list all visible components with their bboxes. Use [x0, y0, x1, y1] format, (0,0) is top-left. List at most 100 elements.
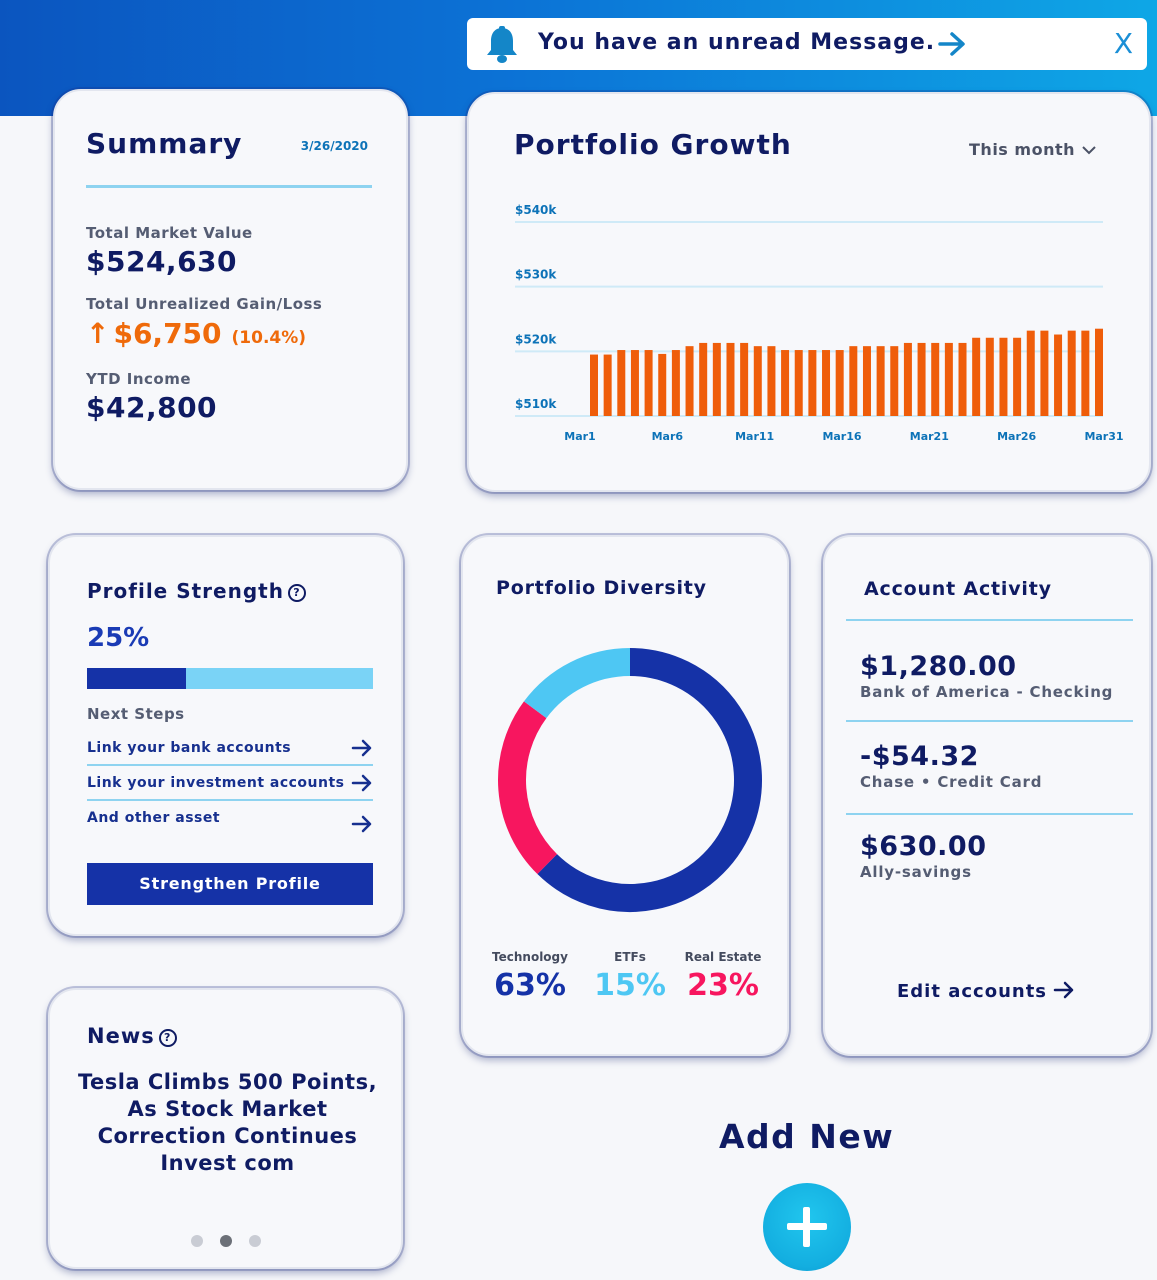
chart-bar[interactable] [617, 350, 626, 416]
gain-percent: (10.4%) [231, 328, 307, 348]
divider [87, 799, 373, 801]
divider [846, 720, 1133, 722]
chart-bar[interactable] [685, 346, 694, 416]
account-name: Chase • Credit Card [860, 773, 1043, 791]
arrow-right-icon [351, 774, 372, 792]
notification-message[interactable]: You have an unread Message. [538, 30, 935, 55]
step-label: Link your investment accounts [87, 775, 345, 791]
edit-accounts-link[interactable]: Edit accounts [897, 981, 1075, 1002]
question-circle-icon[interactable]: ? [287, 584, 306, 602]
chart-bar[interactable] [1095, 328, 1103, 416]
chart-bar[interactable] [712, 342, 721, 416]
chart-bar[interactable] [944, 342, 953, 416]
x-tick-label: Mar1 [564, 430, 595, 443]
profile-strength-label: Profile Strength [87, 579, 284, 603]
divider [86, 185, 372, 188]
chart-bar[interactable] [781, 350, 790, 416]
chart-bar[interactable] [903, 342, 912, 416]
chart-bar[interactable] [917, 342, 926, 416]
step-link-bank-accounts[interactable]: Link your bank accounts [87, 736, 373, 766]
account-activity-card: Account Activity $1,280.00 Bank of Ameri… [823, 535, 1151, 1056]
market-value: $524,630 [86, 245, 238, 278]
account-name: Ally-savings [860, 863, 972, 881]
profile-strength-bar [87, 668, 373, 689]
technology-label: Technology [492, 950, 568, 964]
arrow-right-icon[interactable] [937, 31, 967, 57]
chart-bar[interactable] [753, 346, 762, 416]
x-tick-label: Mar11 [735, 430, 774, 443]
chart-bar[interactable] [876, 346, 885, 416]
notification-banner[interactable]: You have an unread Message. X [467, 18, 1147, 70]
account-amount: $630.00 [860, 831, 987, 862]
chart-bar[interactable] [767, 346, 776, 416]
carousel-dots [191, 1235, 261, 1247]
account-amount: -$54.32 [860, 741, 979, 772]
chart-bar[interactable] [699, 342, 708, 416]
chart-bar[interactable] [822, 350, 831, 416]
carousel-dot[interactable] [249, 1235, 261, 1247]
chart-bar[interactable] [1013, 337, 1022, 416]
chart-bar[interactable] [1026, 330, 1035, 416]
chart-bar[interactable] [1081, 330, 1090, 416]
ytd-income-label: YTD Income [86, 370, 192, 388]
x-tick-label: Mar31 [1084, 430, 1123, 443]
arrow-right-icon [351, 739, 372, 757]
question-circle-icon[interactable]: ? [158, 1029, 177, 1047]
chart-bar[interactable] [726, 342, 735, 416]
add-new-button[interactable] [763, 1183, 851, 1271]
real-estate-label: Real Estate [684, 950, 762, 964]
chart-bar[interactable] [808, 350, 817, 416]
chart-bar[interactable] [958, 342, 967, 416]
account-amount: $1,280.00 [860, 651, 1017, 682]
market-value-label: Total Market Value [86, 224, 253, 242]
chart-bar[interactable] [862, 346, 871, 416]
chart-bar[interactable] [890, 346, 899, 416]
chart-bar[interactable] [590, 354, 598, 416]
portfolio-diversity-card: Portfolio Diversity Technology 63% ETFs … [461, 535, 789, 1056]
chart-bar[interactable] [849, 346, 858, 416]
chart-bar[interactable] [658, 353, 667, 416]
donut-segment-technology[interactable] [537, 648, 762, 912]
profile-strength-card: Profile Strength? 25% Next Steps Link yo… [48, 535, 403, 936]
chart-bar[interactable] [671, 350, 680, 416]
chart-bar[interactable] [644, 350, 653, 416]
chart-bar[interactable] [972, 337, 981, 416]
bell-icon [487, 26, 517, 63]
gain-row: ↑ $6,750 (10.4%) [86, 317, 306, 350]
donut-segment-real-estate[interactable] [498, 701, 558, 875]
carousel-dot-active[interactable] [220, 1235, 232, 1247]
donut-segment-etfs[interactable] [523, 648, 631, 719]
news-headline[interactable]: Tesla Climbs 500 Points, As Stock Market… [70, 1069, 385, 1177]
plus-icon-vertical [803, 1207, 810, 1247]
technology-value: 63% [494, 968, 566, 1003]
close-button[interactable]: X [1114, 27, 1133, 60]
edit-accounts-label: Edit accounts [897, 981, 1048, 1002]
summary-date: 3/26/2020 [300, 139, 368, 153]
news-card: News? Tesla Climbs 500 Points, As Stock … [48, 988, 403, 1269]
strengthen-profile-button[interactable]: Strengthen Profile [87, 863, 373, 905]
chart-bar[interactable] [1067, 330, 1076, 416]
step-label: And other asset [87, 810, 221, 826]
summary-title: Summary [86, 127, 243, 160]
step-link-investment-accounts[interactable]: Link your investment accounts [87, 771, 373, 801]
arrow-right-icon [351, 815, 372, 833]
arrow-right-icon [1053, 981, 1074, 999]
chart-bar[interactable] [603, 354, 612, 416]
step-label: Link your bank accounts [87, 740, 292, 756]
chart-bar[interactable] [630, 350, 639, 416]
chart-bar[interactable] [794, 350, 803, 416]
carousel-dot[interactable] [191, 1235, 203, 1247]
real-estate-value: 23% [687, 968, 759, 1003]
gain-value: $6,750 [113, 317, 222, 350]
chart-bar[interactable] [740, 342, 749, 416]
arrow-up-icon: ↑ [86, 317, 110, 350]
step-other-asset[interactable]: And other asset [87, 806, 373, 836]
divider [87, 764, 373, 766]
chart-bar[interactable] [835, 350, 844, 416]
chart-bar[interactable] [1040, 330, 1049, 416]
chart-bar[interactable] [931, 342, 940, 416]
chart-bar[interactable] [985, 337, 994, 416]
add-new-label: Add New [719, 1117, 895, 1156]
chart-bar[interactable] [999, 337, 1008, 416]
chart-bar[interactable] [1054, 334, 1063, 416]
